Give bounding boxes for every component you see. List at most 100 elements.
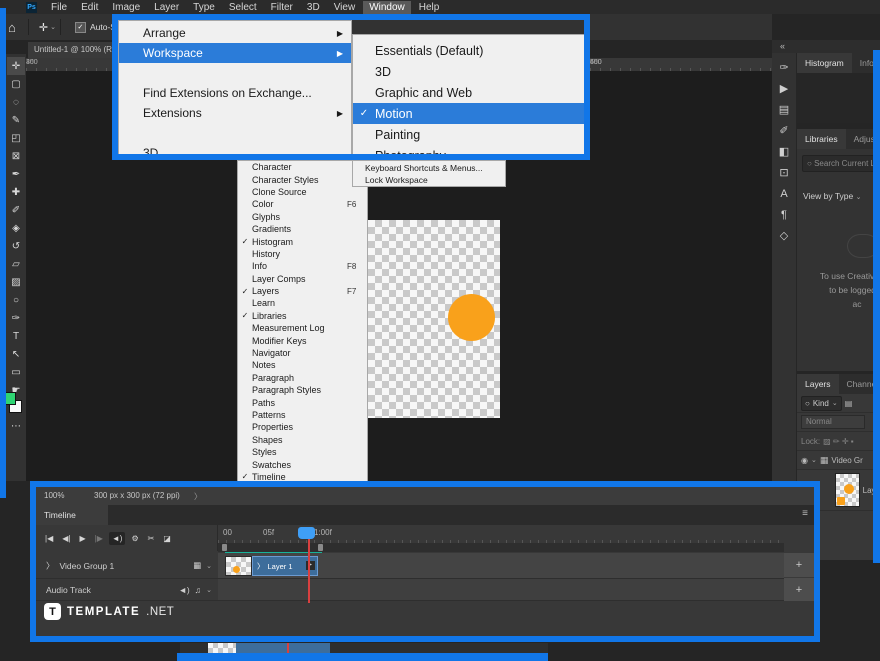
window-menu-item[interactable] bbox=[119, 63, 351, 83]
library-search-input[interactable]: ○ Search Current Li bbox=[802, 155, 880, 172]
work-area-end-handle[interactable] bbox=[318, 544, 323, 551]
window-menu-item[interactable]: Character Styles bbox=[238, 173, 367, 185]
adjustments-icon[interactable]: ◧ bbox=[774, 141, 795, 162]
workspace-submenu-item[interactable]: Lock Workspace bbox=[353, 174, 505, 186]
workspace-submenu-item[interactable]: ✓ Motion bbox=[353, 103, 585, 124]
actions-icon[interactable]: ▶ bbox=[774, 78, 795, 99]
video-group-track-label[interactable]: 〉 Video Group 1 ▦ ⌄ bbox=[36, 553, 218, 579]
crop-tool[interactable]: ◰ bbox=[7, 129, 25, 147]
home-icon[interactable]: ⌂ bbox=[8, 20, 16, 35]
document-tab[interactable]: Untitled-1 @ 100% (RG bbox=[28, 42, 126, 58]
menu-bar-item[interactable]: View bbox=[328, 1, 362, 14]
workspace-submenu-item[interactable]: 3D bbox=[353, 61, 585, 82]
audio-track-label[interactable]: Audio Track ◄) ♫ ⌄ bbox=[36, 579, 218, 601]
auto-select-checkbox[interactable]: ✓ bbox=[75, 22, 86, 33]
move-tool[interactable]: ✛ bbox=[7, 57, 25, 75]
window-menu-item[interactable]: Paragraph Styles bbox=[238, 384, 367, 396]
tab-libraries[interactable]: Libraries bbox=[797, 129, 846, 149]
move-tool-icon[interactable]: ✛ bbox=[39, 21, 48, 34]
window-menu-item[interactable]: Properties bbox=[238, 421, 367, 433]
work-area-start-handle[interactable] bbox=[222, 544, 227, 551]
brush-tool[interactable]: ✐ bbox=[7, 201, 25, 219]
window-menu-item[interactable]: Arrange ▶ bbox=[119, 23, 351, 43]
first-frame-button[interactable]: |◀ bbox=[42, 532, 56, 545]
collapse-panels-icon[interactable]: « bbox=[780, 41, 785, 51]
filter-type-icon[interactable]: ▤ bbox=[845, 399, 853, 408]
window-menu-item[interactable]: ✓ Libraries bbox=[238, 310, 367, 322]
window-menu-item[interactable]: Shapes bbox=[238, 434, 367, 446]
menu-bar-item[interactable]: Layer bbox=[148, 1, 185, 14]
add-video-button[interactable]: + bbox=[784, 553, 814, 578]
window-menu-item[interactable]: ✓ Timeline bbox=[238, 471, 367, 483]
chevron-down-icon[interactable]: ⌄ bbox=[206, 586, 212, 594]
window-menu-item[interactable]: Gradients bbox=[238, 223, 367, 235]
window-menu-item[interactable]: Layer Comps bbox=[238, 273, 367, 285]
properties-icon[interactable]: ◇ bbox=[774, 225, 795, 246]
prev-frame-button[interactable]: ◀| bbox=[59, 532, 73, 545]
eraser-tool[interactable]: ▱ bbox=[7, 255, 25, 273]
status-chevron-icon[interactable]: 〉 bbox=[194, 491, 202, 502]
workspace-submenu-item[interactable]: Painting bbox=[353, 124, 585, 145]
window-menu-item[interactable]: Clone Source bbox=[238, 186, 367, 198]
transition-button[interactable]: ◪ bbox=[160, 532, 174, 545]
window-menu-item[interactable]: Info F8 bbox=[238, 260, 367, 272]
type-tool[interactable]: T bbox=[7, 327, 25, 345]
speaker-icon[interactable]: ◄) bbox=[179, 585, 190, 595]
window-menu-item[interactable]: Find Extensions on Exchange... bbox=[119, 83, 351, 103]
window-menu-item[interactable]: ✓ Histogram bbox=[238, 235, 367, 247]
frame-tool[interactable]: ⊠ bbox=[7, 147, 25, 165]
tab-timeline[interactable]: Timeline bbox=[36, 505, 108, 525]
blend-mode-dropdown[interactable]: Normal bbox=[801, 415, 865, 429]
paragraph-icon[interactable]: ¶ bbox=[774, 204, 795, 225]
history-brush-tool[interactable]: ↺ bbox=[7, 237, 25, 255]
film-icon[interactable]: ▦ bbox=[193, 560, 201, 571]
timeline-settings-button[interactable]: ⚙ bbox=[128, 532, 141, 545]
menu-bar-item[interactable]: Help bbox=[413, 1, 446, 14]
more-tools[interactable]: ⋯ bbox=[7, 417, 25, 435]
panel-menu-icon[interactable]: ≡ bbox=[802, 508, 808, 519]
audio-toggle-button[interactable]: ◄) bbox=[109, 532, 126, 545]
lasso-tool[interactable]: ◌ bbox=[7, 93, 25, 111]
pen-tool[interactable]: ✑ bbox=[7, 309, 25, 327]
menu-bar-item[interactable]: Window bbox=[363, 1, 411, 14]
video-group-row[interactable]: ◉ ⌄ ▦ Video Gr bbox=[797, 451, 880, 470]
menu-bar-item[interactable]: Image bbox=[106, 1, 146, 14]
window-menu-item[interactable]: Color F6 bbox=[238, 198, 367, 210]
quick-select-tool[interactable]: ✎ bbox=[7, 111, 25, 129]
brush-settings-icon[interactable]: ✑ bbox=[774, 57, 795, 78]
window-menu-item[interactable]: Character bbox=[238, 161, 367, 173]
window-menu-item[interactable]: Swatches bbox=[238, 458, 367, 470]
window-menu-item[interactable]: History bbox=[238, 248, 367, 260]
menu-bar-item[interactable]: File bbox=[45, 1, 73, 14]
window-menu-item[interactable]: Paragraph bbox=[238, 372, 367, 384]
window-menu-item[interactable]: Notes bbox=[238, 359, 367, 371]
next-frame-button[interactable]: |▶ bbox=[92, 532, 106, 545]
workspace-submenu-item[interactable]: Essentials (Default) bbox=[353, 40, 585, 61]
kind-filter-dropdown[interactable]: ○ Kind ⌄ bbox=[801, 396, 842, 411]
playhead-marker[interactable] bbox=[298, 527, 315, 539]
layer1-clip[interactable]: 〉 Layer 1 ▸ bbox=[225, 556, 318, 576]
disclosure-icon[interactable]: 〉 bbox=[46, 560, 55, 572]
shape-tool[interactable]: ▭ bbox=[7, 363, 25, 381]
window-menu-item[interactable]: Workspace ▶ bbox=[119, 43, 351, 63]
tab-layers[interactable]: Layers bbox=[797, 374, 839, 394]
healing-tool[interactable]: ✚ bbox=[7, 183, 25, 201]
window-menu-item[interactable]: Styles bbox=[238, 446, 367, 458]
tool-presets-icon[interactable]: ▤ bbox=[774, 99, 795, 120]
add-audio-button[interactable]: + bbox=[784, 578, 814, 602]
eye-icon[interactable]: ◉ bbox=[801, 456, 808, 465]
play-button[interactable]: ▶ bbox=[76, 532, 88, 545]
view-by-type-dropdown[interactable]: View by Type ⌄ bbox=[803, 191, 862, 201]
music-note-icon[interactable]: ♫ bbox=[195, 585, 201, 595]
layer-thumbnail[interactable] bbox=[835, 473, 860, 507]
workspace-submenu-item[interactable]: Keyboard Shortcuts & Menus... bbox=[353, 162, 505, 174]
character-icon[interactable]: A bbox=[774, 183, 795, 204]
chevron-down-icon[interactable]: ⌄ bbox=[50, 23, 56, 31]
document-canvas[interactable] bbox=[368, 220, 500, 418]
window-menu-item[interactable]: ✓ Layers F7 bbox=[238, 285, 367, 297]
window-menu-item[interactable]: 3D bbox=[119, 143, 351, 160]
marquee-tool[interactable]: ▢ bbox=[7, 75, 25, 93]
window-menu-item[interactable] bbox=[119, 123, 351, 143]
menu-bar-item[interactable]: 3D bbox=[301, 1, 326, 14]
window-menu-item[interactable]: Paths bbox=[238, 396, 367, 408]
